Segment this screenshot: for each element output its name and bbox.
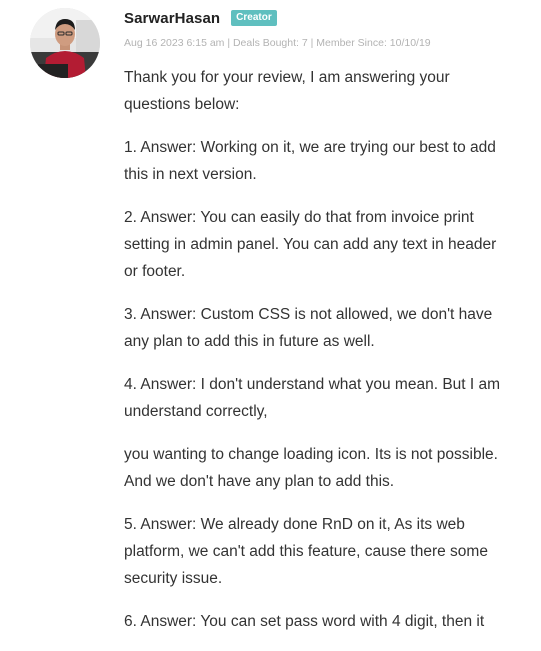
reply-paragraph: 5. Answer: We already done RnD on it, As… — [124, 516, 488, 587]
author-name[interactable]: SarwarHasan — [124, 10, 220, 27]
reply-paragraph: 4. Answer: I don't understand what you m… — [124, 376, 501, 420]
review-header: SarwarHasan Creator Aug 16 2023 6:15 am … — [124, 7, 531, 50]
author-avatar[interactable] — [30, 8, 100, 78]
reply-paragraph: Thank you for your review, I am answerin… — [124, 69, 450, 113]
reply-paragraph: you wanting to change loading icon. Its … — [124, 446, 498, 490]
review-reply-body: Thank you for your review, I am answerin… — [124, 64, 504, 651]
author-row: SarwarHasan Creator — [124, 7, 531, 29]
creator-badge: Creator — [231, 10, 277, 26]
review-meta: Aug 16 2023 6:15 am | Deals Bought: 7 | … — [124, 37, 431, 49]
reply-paragraph: 3. Answer: Custom CSS is not allowed, we… — [124, 306, 493, 350]
reply-paragraph: 2. Answer: You can easily do that from i… — [124, 209, 497, 280]
avatar-photo — [30, 8, 100, 78]
reply-paragraph: 1. Answer: Working on it, we are trying … — [124, 139, 496, 183]
